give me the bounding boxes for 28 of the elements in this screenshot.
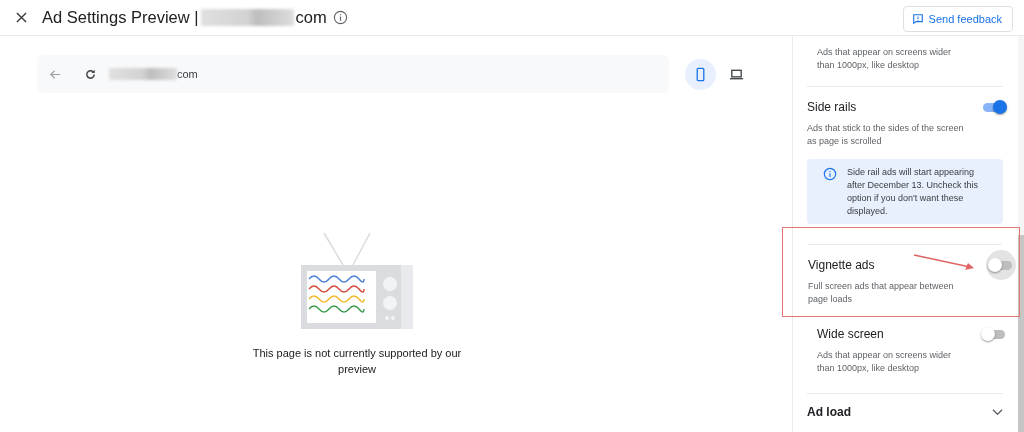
feedback-icon: [911, 12, 924, 25]
setting-description: Ads that appear on screens wider than 1000px, like desktop: [817, 46, 953, 72]
section-header[interactable]: Ad load: [807, 394, 1003, 430]
setting-description: Ads that stick to the sides of the screen as page is scrolled: [807, 122, 965, 148]
section-title: Ad load: [807, 405, 851, 419]
toggle-switch[interactable]: [990, 260, 1012, 270]
arrow-annotation: [913, 254, 975, 270]
chevron-icon: [992, 408, 1003, 416]
setting-title: Vignette ads: [808, 258, 875, 272]
send-feedback-button[interactable]: Send feedback: [902, 5, 1013, 32]
toggle-switch[interactable]: [983, 102, 1005, 112]
info-icon[interactable]: [332, 10, 348, 25]
redacted-text: [109, 68, 177, 80]
note-text: Side rail ads will start appearing after December 13. Uncheck this option if you don't want these displayed.: [847, 166, 980, 218]
close-icon[interactable]: [16, 12, 27, 23]
title-domain: com: [295, 8, 327, 27]
page-title: Ad Settings Preview |: [42, 8, 199, 27]
info-icon: [823, 167, 837, 181]
setting-title: Side rails: [807, 100, 857, 114]
toggle-switch[interactable]: [983, 329, 1005, 339]
reload-icon[interactable]: [84, 67, 97, 81]
phone-view-button[interactable]: [685, 58, 716, 90]
unsupported-message: This page is not currently supported by our preview: [251, 346, 463, 377]
setting-description: Ads that appear on screens wider than 1000px, like desktop: [817, 349, 953, 375]
scrollbar-thumb[interactable]: [1018, 235, 1024, 432]
setting-description: Full screen ads that appear between page loads: [808, 280, 955, 306]
setting-title: Wide screen: [817, 327, 884, 341]
url-text: com: [177, 68, 198, 80]
